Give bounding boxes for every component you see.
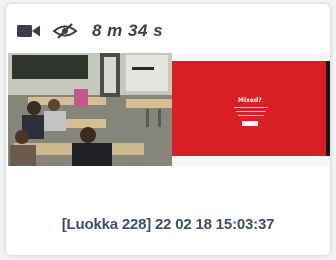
eye-slash-icon[interactable] [52, 22, 78, 40]
slide-button [242, 121, 258, 126]
presentation-screen-thumbnail[interactable]: Mixed? [172, 61, 330, 156]
video-camera-icon [16, 23, 42, 39]
screen-bezel [326, 61, 330, 156]
slide-title: Mixed? [238, 97, 262, 104]
recording-caption: [Luokka 228] 22 02 18 15:03:37 [61, 216, 275, 233]
classroom-camera-thumbnail[interactable] [8, 53, 172, 166]
slide-text-line [234, 107, 268, 108]
slide-text-line [238, 115, 264, 116]
slide-text-line [236, 111, 266, 112]
recording-duration: 8 m 34 s [92, 21, 164, 40]
recording-thumbnails[interactable]: Mixed? [8, 53, 330, 166]
recording-meta: 8 m 34 s [16, 20, 163, 42]
